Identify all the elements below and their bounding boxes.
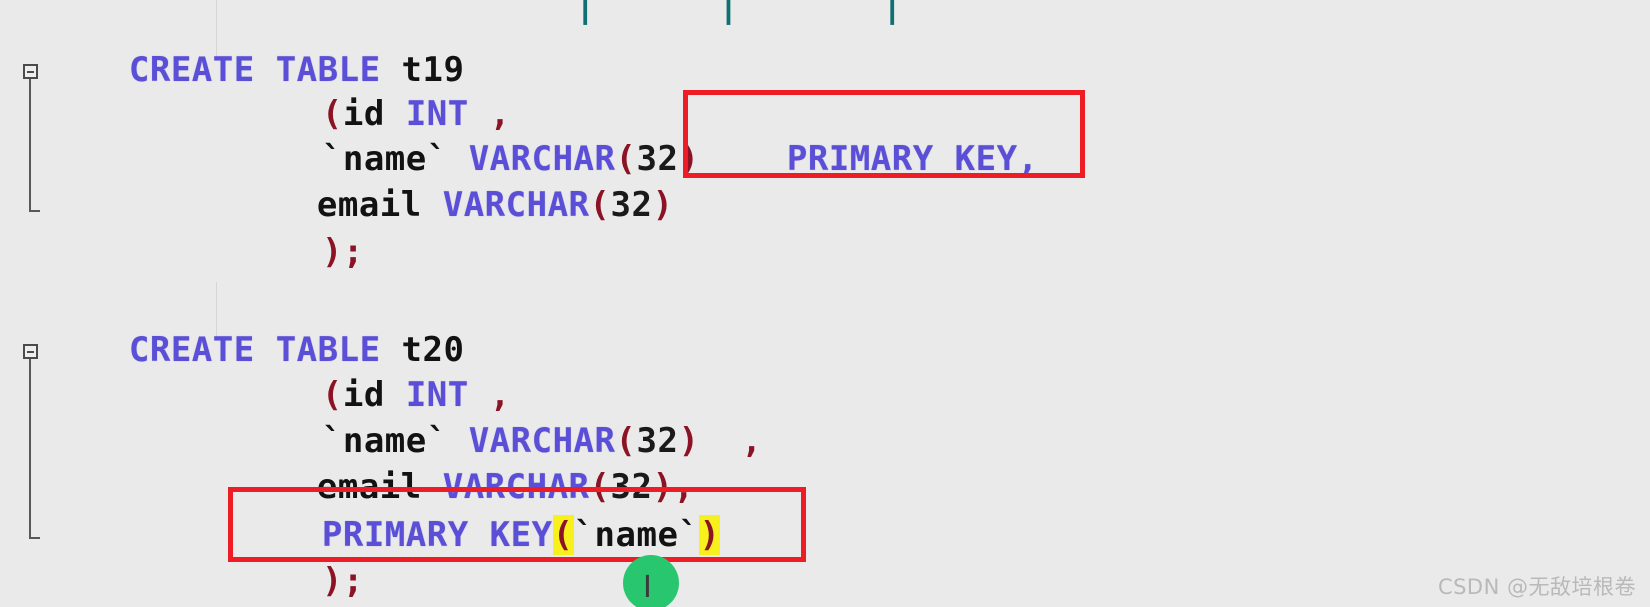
lparen: ( xyxy=(589,185,611,225)
rparen: ) xyxy=(652,185,674,225)
csdn-watermark: CSDN @无敌培根卷 xyxy=(1437,575,1636,599)
primary-key-inline-box xyxy=(683,90,1085,178)
type-length: 32 xyxy=(610,185,653,225)
keyword-create: CREATE xyxy=(128,50,255,90)
fold-foot xyxy=(29,537,40,539)
semicolon: ; xyxy=(342,561,364,601)
text-cursor-icon: I xyxy=(643,570,652,605)
close-paren: ) xyxy=(321,232,343,272)
semicolon: ; xyxy=(342,232,364,272)
fold-stem xyxy=(29,359,31,537)
fold-collapse-icon[interactable] xyxy=(23,344,38,359)
fold-stem xyxy=(29,79,31,210)
fold-foot xyxy=(29,210,40,212)
primary-key-clause-box xyxy=(228,487,806,562)
code-editor-screenshot: | | | CREATE TABLE t19 (id INT , `name` … xyxy=(0,0,1650,607)
clipped-line-above: | | | xyxy=(575,0,903,26)
comma: , xyxy=(741,421,763,461)
type-varchar: VARCHAR xyxy=(442,185,590,225)
fold-collapse-icon[interactable] xyxy=(23,64,38,79)
close-paren: ) xyxy=(321,561,343,601)
keyword-create: CREATE xyxy=(128,330,255,370)
